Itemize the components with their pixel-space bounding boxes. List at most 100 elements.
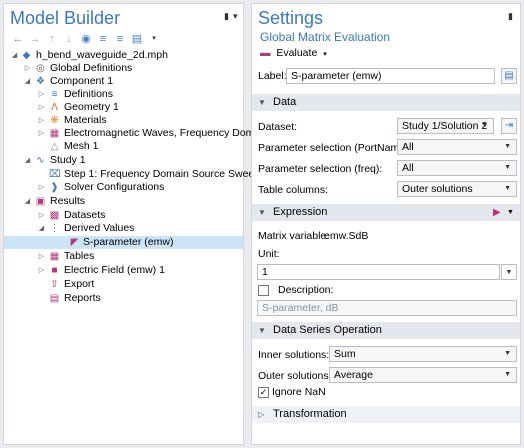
geometry-icon: Λ: [51, 102, 58, 113]
tree-item-electric-field[interactable]: ▷ ■ Electric Field (emw) 1: [4, 264, 243, 277]
replace-expression-icon[interactable]: ▶: [493, 204, 501, 221]
tree-item-solver-configurations[interactable]: ▷ ❱ Solver Configurations: [4, 181, 243, 194]
expand-icon: ▷: [258, 410, 265, 419]
app-root: Model Builder ▮ ▾ ← → ↑ ↓ ◉ ≡ ≡ ▤ ▾ ◢ ◆ …: [0, 0, 524, 448]
expand-icon[interactable]: ▷: [37, 181, 46, 194]
reports-icon: ▤: [49, 293, 60, 304]
model-builder-panel: Model Builder ▮ ▾ ← → ↑ ↓ ◉ ≡ ≡ ▤ ▾ ◢ ◆ …: [3, 3, 269, 445]
pin-icon[interactable]: ▮: [508, 11, 513, 22]
plot-group-icon: ■: [51, 265, 58, 276]
tree-item-step-1[interactable]: ⌧ Step 1: Frequency Domain Source Sweep: [4, 168, 260, 181]
mesh-icon: △: [50, 141, 59, 152]
description-checkbox[interactable]: [258, 285, 269, 296]
panel-title: Settings: [258, 8, 324, 28]
view-options-icon[interactable]: ▤: [129, 32, 145, 46]
description-label: Description:: [278, 284, 334, 296]
tree-item-tables[interactable]: ▷ ▦ Tables: [4, 250, 243, 263]
expand-icon[interactable]: ▷: [37, 101, 46, 114]
tree-item-export[interactable]: ⇪ Export: [4, 278, 243, 291]
tree-item-mesh-1[interactable]: △ Mesh 1: [4, 140, 243, 153]
back-icon[interactable]: ←: [10, 32, 26, 46]
dataset-label: Dataset:: [258, 121, 298, 133]
pin-icon[interactable]: ▮: [224, 11, 229, 22]
expand-icon[interactable]: ▷: [37, 127, 46, 140]
tree-item-reports[interactable]: ▤ Reports: [4, 292, 243, 305]
tree-item-s-parameter[interactable]: ◤ S-parameter (emw): [4, 236, 243, 249]
unit-label: Unit:: [258, 248, 280, 260]
chevron-down-icon: ▼: [504, 371, 511, 378]
tree-item-study-1[interactable]: ◢ ∿ Study 1: [4, 154, 243, 167]
param-freq-label: Parameter selection (freq):: [258, 163, 383, 175]
expand-icon[interactable]: ▷: [37, 250, 46, 263]
collapse-icon[interactable]: ◢: [23, 75, 32, 88]
ignore-nan-checkbox[interactable]: ✓: [258, 387, 269, 398]
evaluate-button[interactable]: ▬ Evaluate ▾: [260, 46, 327, 60]
expand-icon[interactable]: ▷: [37, 264, 46, 277]
tree-item-model[interactable]: ◢ ◆ h_bend_waveguide_2d.mph: [4, 49, 243, 62]
globe-icon: ◎: [36, 63, 45, 74]
expand-icon[interactable]: ▷: [37, 88, 46, 101]
outer-solutions-select[interactable]: Average ▼: [329, 367, 517, 383]
chevron-down-icon: ▾: [323, 51, 327, 58]
export-icon: ⇪: [50, 279, 59, 290]
expand-icon[interactable]: ▷: [37, 209, 46, 222]
dataset-select[interactable]: Study 1/Solution 2 ▼: [397, 118, 494, 134]
tree-item-electromagnetic-waves[interactable]: ▷ ▦ Electromagnetic Waves, Frequency Dom…: [4, 127, 269, 140]
solver-icon: ❱: [50, 182, 59, 193]
section-data-series-operation[interactable]: ▼ Data Series Operation: [252, 322, 520, 339]
chevron-down-icon: ▼: [504, 164, 511, 171]
results-icon: ▣: [35, 196, 46, 207]
show-icon[interactable]: ◉: [78, 32, 94, 46]
chevron-down-icon[interactable]: ▼: [507, 204, 514, 221]
chevron-down-icon: ▼: [504, 185, 511, 192]
chevron-down-icon: ▼: [504, 143, 511, 150]
tree-item-materials[interactable]: ▷ ❋ Materials: [4, 114, 243, 127]
panel-title: Model Builder: [10, 8, 121, 28]
move-down-icon[interactable]: ↓: [61, 32, 77, 46]
expand-icon[interactable]: ▷: [37, 114, 46, 127]
label-field-input[interactable]: S-parameter (emw): [286, 68, 495, 84]
collapse-icon[interactable]: ◢: [23, 195, 32, 208]
collapse-icon[interactable]: ◢: [37, 222, 46, 235]
expand-icon[interactable]: ▷: [23, 62, 32, 75]
expand-all-icon[interactable]: ≡: [112, 32, 128, 46]
inner-solutions-select[interactable]: Sum ▼: [329, 346, 517, 362]
collapse-icon: ▼: [258, 208, 266, 217]
view-options-dropdown-icon[interactable]: ▾: [146, 32, 162, 46]
definitions-icon: ≡: [51, 89, 58, 100]
menu-icon[interactable]: ▾: [233, 11, 238, 22]
materials-icon: ❋: [50, 115, 59, 126]
settings-subtitle: Global Matrix Evaluation: [260, 30, 391, 44]
forward-icon[interactable]: →: [27, 32, 43, 46]
tree-item-global-definitions[interactable]: ▷ ◎ Global Definitions: [4, 62, 243, 75]
table-columns-select[interactable]: Outer solutions ▼: [397, 181, 517, 197]
collapse-icon[interactable]: ◢: [23, 154, 32, 167]
tree-item-datasets[interactable]: ▷ ▩ Datasets: [4, 209, 243, 222]
step-icon: ⌧: [49, 169, 61, 180]
collapse-all-icon[interactable]: ≡: [95, 32, 111, 46]
param-freq-select[interactable]: All ▼: [397, 160, 517, 176]
dataset-goto-icon[interactable]: ⇥: [501, 118, 517, 134]
tree-item-derived-values[interactable]: ◢ ⋮ Derived Values: [4, 222, 243, 235]
tree-item-results[interactable]: ◢ ▣ Results: [4, 195, 243, 208]
tree-item-geometry-1[interactable]: ▷ Λ Geometry 1: [4, 101, 243, 114]
tables-icon: ▦: [49, 251, 60, 262]
description-input[interactable]: S-parameter, dB: [257, 300, 517, 316]
section-transformation[interactable]: ▷ Transformation: [252, 406, 520, 423]
table-columns-label: Table columns:: [258, 184, 329, 196]
tree-item-definitions[interactable]: ▷ ≡ Definitions: [4, 88, 243, 101]
unit-input[interactable]: 1: [257, 264, 500, 280]
section-expression[interactable]: ▼ Expression ▶ ▼: [252, 204, 520, 221]
matrix-variable-label: Matrix variable:: [258, 230, 330, 242]
move-up-icon[interactable]: ↑: [44, 32, 60, 46]
label-options-icon[interactable]: ▤: [501, 68, 517, 84]
evaluate-icon: ▬: [260, 47, 271, 59]
section-data[interactable]: ▼ Data: [252, 94, 520, 111]
global-matrix-evaluation-icon: ◤: [70, 237, 79, 248]
component-icon: ❖: [36, 76, 45, 87]
unit-dropdown[interactable]: ▼: [501, 264, 517, 280]
collapse-icon[interactable]: ◢: [10, 49, 19, 62]
derived-values-icon: ⋮: [49, 223, 60, 234]
tree-item-component-1[interactable]: ◢ ❖ Component 1: [4, 75, 243, 88]
param-port-select[interactable]: All ▼: [397, 139, 517, 155]
